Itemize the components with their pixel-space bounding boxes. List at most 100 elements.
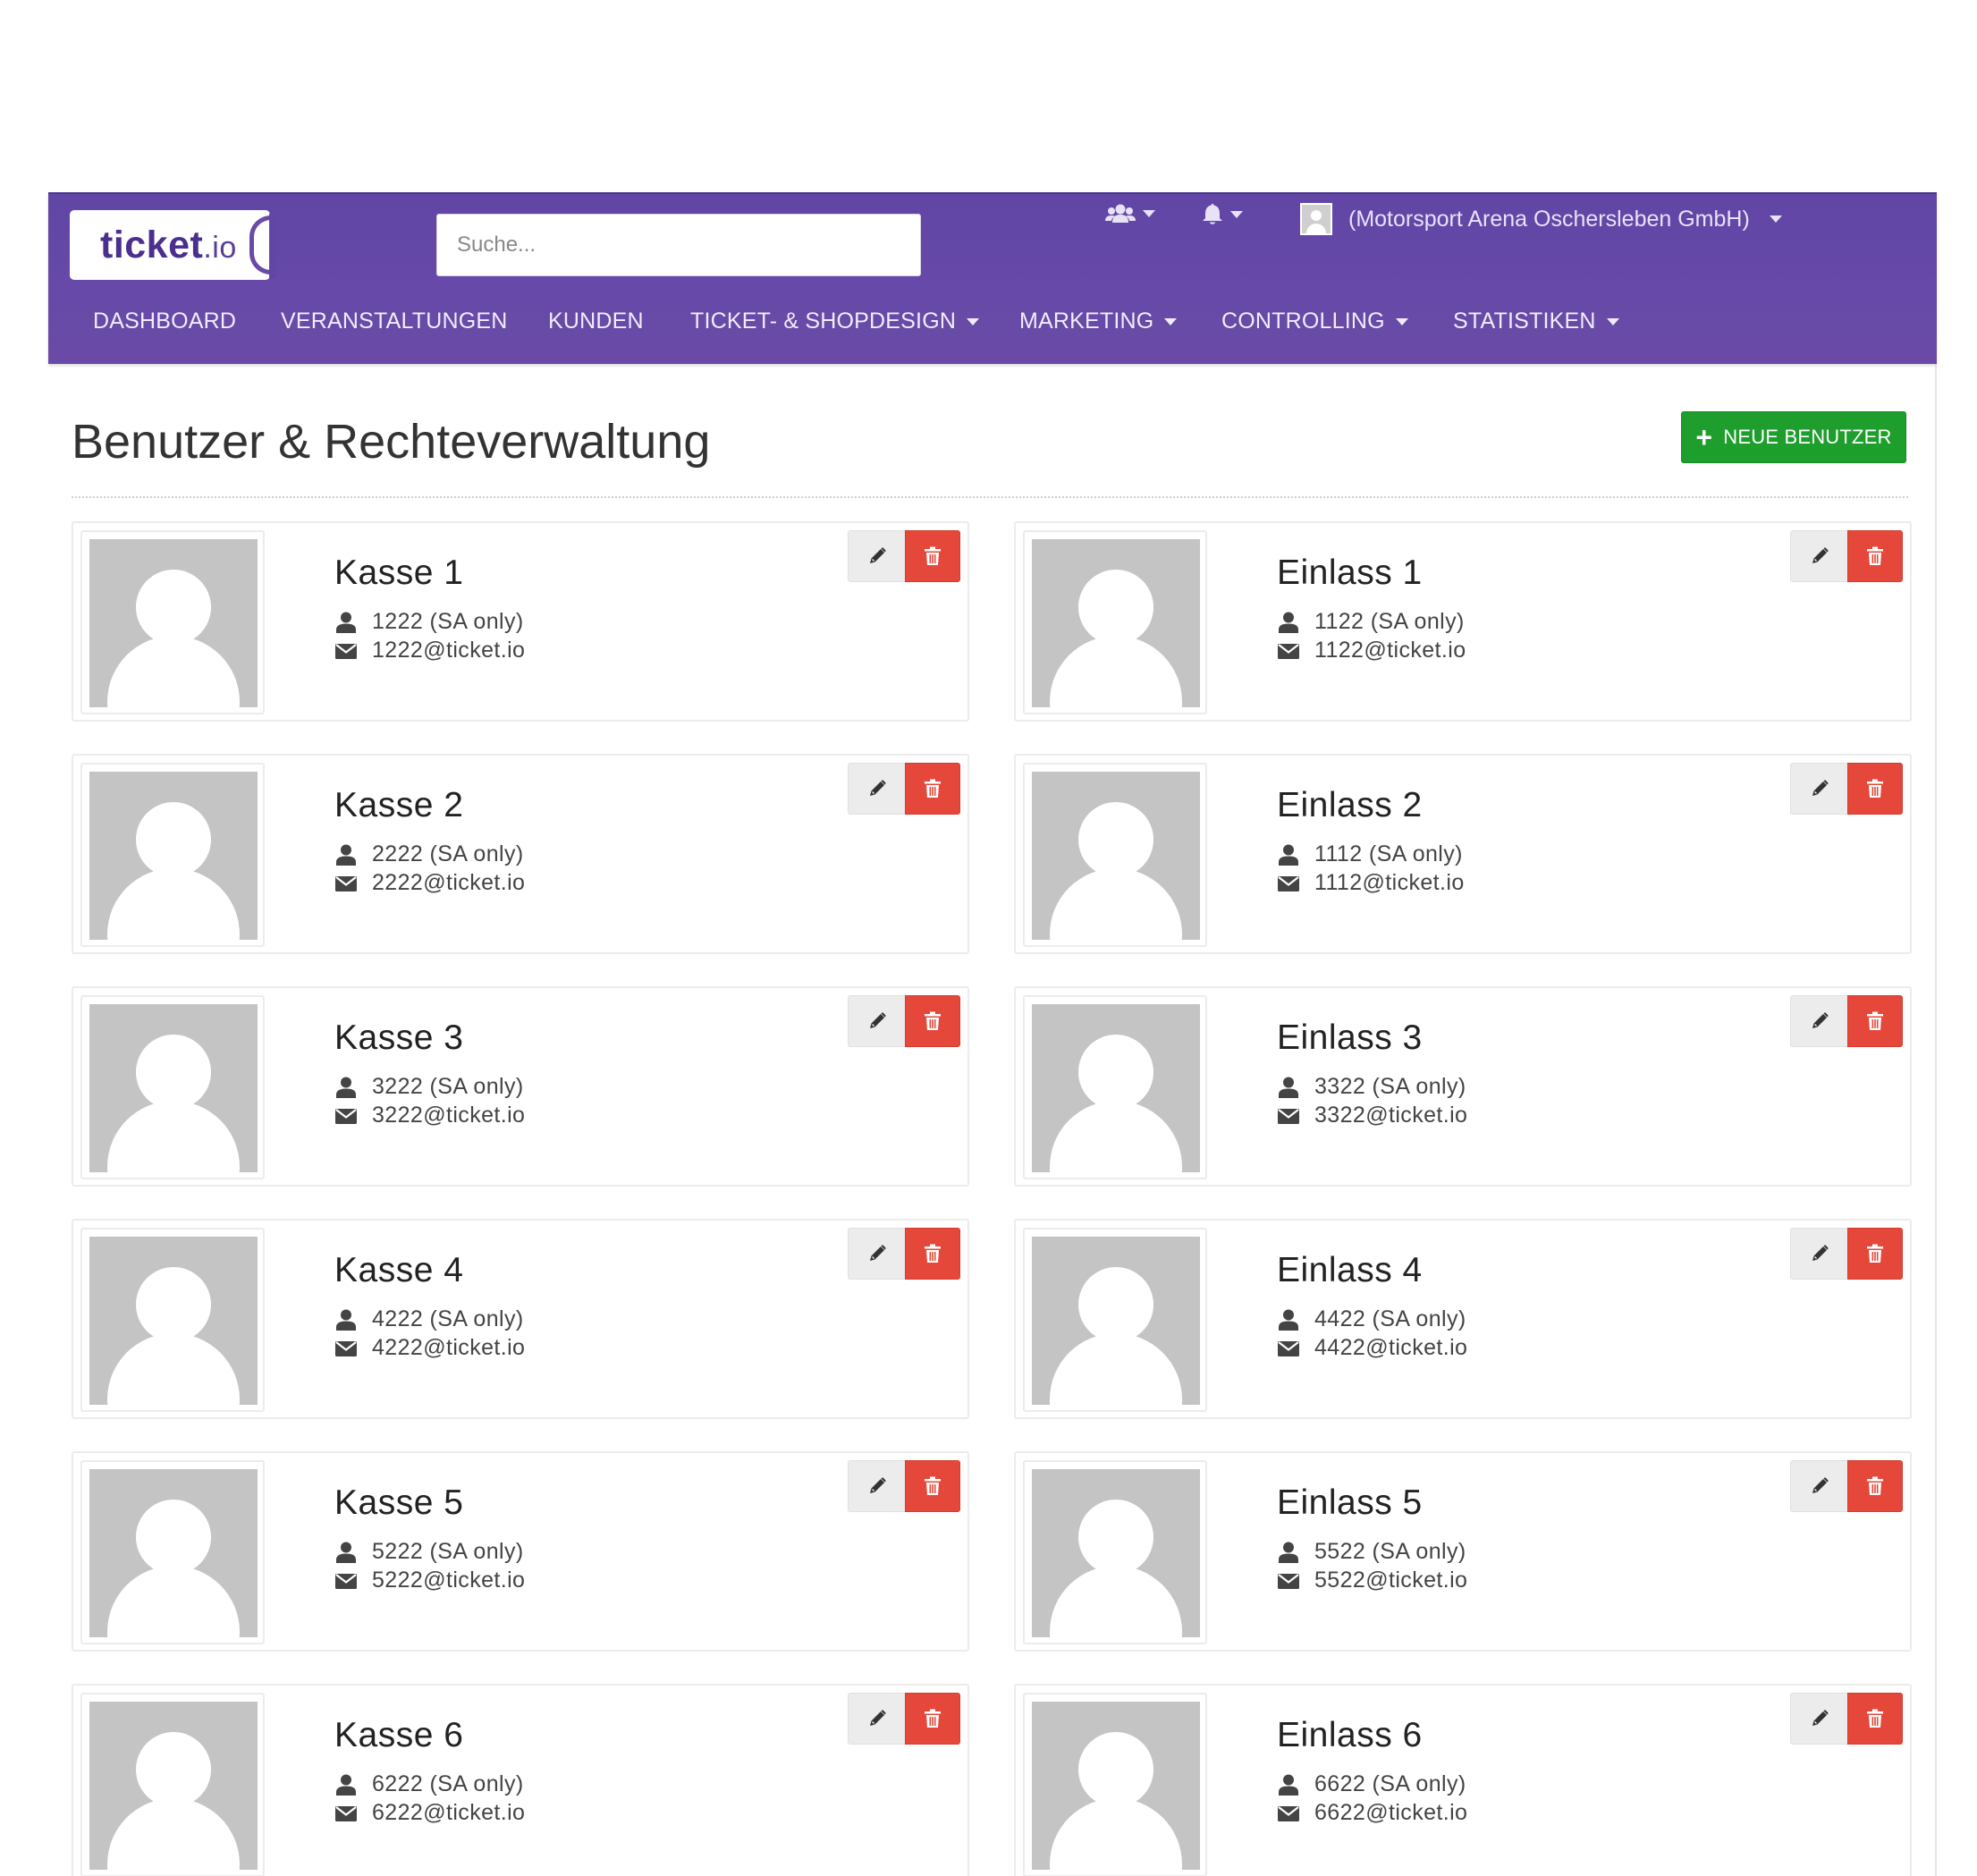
delete-user-button[interactable] [1847,1228,1903,1280]
user-card: Kasse 6 6222 (SA only) 6222@ticket.io [72,1684,969,1876]
delete-user-button[interactable] [905,1228,960,1280]
user-login: 4222 (SA only) [372,1306,524,1331]
user-card: Einlass 6 6622 (SA only) 6622@ticket.io [1014,1684,1912,1876]
app-frame: ticket.io Suche... (Motorsport Arena Osc… [48,192,1937,1876]
user-login: 6222 (SA only) [372,1771,524,1796]
user-login: 5522 (SA only) [1314,1539,1466,1564]
edit-user-button[interactable] [1790,1228,1847,1280]
notifications-dropdown[interactable] [1202,203,1243,226]
pencil-icon [869,780,886,796]
envelope-icon [335,875,357,892]
user-photo [1023,530,1207,714]
user-login: 2222 (SA only) [372,841,524,866]
avatar-placeholder-icon [1032,1469,1200,1637]
user-name: Einlass 2 [1277,786,1423,824]
user-photo [1023,1693,1207,1876]
avatar-placeholder-icon [1032,1702,1200,1870]
search-input[interactable] [436,214,921,276]
new-user-button[interactable]: + NEUE BENUTZER [1681,411,1906,463]
user-photo [1023,1228,1207,1412]
menu-marketing[interactable]: MARKETING [1019,308,1178,334]
delete-user-button[interactable] [1847,1693,1903,1745]
user-login: 3222 (SA only) [372,1074,524,1099]
envelope-icon [335,1340,357,1356]
edit-user-button[interactable] [1790,1693,1847,1745]
delete-user-button[interactable] [905,1460,960,1512]
user-email: 1112@ticket.io [1314,870,1465,895]
menu-ticket-shopdesign[interactable]: TICKET- & SHOPDESIGN [690,308,980,334]
trash-icon [1867,1476,1883,1495]
user-photo [1023,995,1207,1179]
edit-user-button[interactable] [1790,530,1847,582]
user-email: 5222@ticket.io [372,1568,526,1593]
logo-text: ticket.io [100,223,237,266]
user-icon [336,612,356,633]
user-email-row: 5522@ticket.io [1277,1568,1467,1593]
logo-ticket-notch [249,214,276,278]
user-email-row: 3222@ticket.io [334,1103,525,1128]
user-email: 1222@ticket.io [372,638,526,663]
pencil-icon [1812,1245,1829,1261]
delete-user-button[interactable] [905,995,960,1047]
users-dropdown[interactable] [1105,203,1155,224]
trash-icon [1867,1244,1883,1263]
menu-dashboard[interactable]: DASHBOARD [93,308,236,334]
user-login-row: 1222 (SA only) [334,609,524,635]
delete-user-button[interactable] [1847,995,1903,1047]
user-login-row: 1112 (SA only) [1277,841,1463,867]
menu-veranstaltungen[interactable]: VERANSTALTUNGEN [281,308,508,334]
envelope-icon [1278,1108,1299,1124]
edit-user-button[interactable] [848,763,905,815]
menu-statistiken[interactable]: STATISTIKEN [1453,308,1619,334]
user-card: Einlass 2 1112 (SA only) 1112@ticket.io [1014,754,1912,954]
delete-user-button[interactable] [905,763,960,815]
user-card: Einlass 4 4422 (SA only) 4422@ticket.io [1014,1219,1912,1419]
menu-controlling[interactable]: CONTROLLING [1221,308,1408,334]
user-icon [1279,1542,1298,1563]
user-login: 6622 (SA only) [1314,1771,1466,1796]
user-card: Kasse 5 5222 (SA only) 5222@ticket.io [72,1451,969,1652]
user-icon [336,1077,356,1098]
delete-user-button[interactable] [905,530,960,582]
user-card: Kasse 4 4222 (SA only) 4222@ticket.io [72,1219,969,1419]
chevron-down-icon [1395,317,1408,325]
envelope-icon [1278,1805,1299,1821]
user-card: Einlass 5 5522 (SA only) 5522@ticket.io [1014,1451,1912,1652]
account-dropdown[interactable]: (Motorsport Arena Oschersleben GmbH) [1300,203,1782,235]
envelope-icon [1278,1340,1299,1356]
user-name: Kasse 2 [334,786,464,824]
user-email-row: 1112@ticket.io [1277,870,1465,896]
trash-icon [1867,546,1883,565]
envelope-icon [1278,643,1299,659]
edit-user-button[interactable] [1790,1460,1847,1512]
delete-user-button[interactable] [1847,530,1903,582]
edit-user-button[interactable] [848,1693,905,1745]
user-card: Einlass 3 3322 (SA only) 3322@ticket.io [1014,986,1912,1187]
edit-user-button[interactable] [1790,995,1847,1047]
user-email-row: 6222@ticket.io [334,1800,525,1826]
edit-user-button[interactable] [848,1460,905,1512]
envelope-icon [1278,1573,1299,1589]
bell-icon [1203,204,1222,224]
delete-user-button[interactable] [1847,763,1903,815]
avatar-placeholder-icon [1032,772,1200,940]
delete-user-button[interactable] [1847,1460,1903,1512]
edit-user-button[interactable] [848,530,905,582]
menu-kunden[interactable]: KUNDEN [548,308,644,334]
avatar [1300,203,1332,235]
user-login-row: 5222 (SA only) [334,1539,524,1565]
edit-user-button[interactable] [848,995,905,1047]
edit-user-button[interactable] [848,1228,905,1280]
logo[interactable]: ticket.io [70,210,276,280]
delete-user-button[interactable] [905,1693,960,1745]
user-email: 6222@ticket.io [372,1800,526,1825]
user-login: 5222 (SA only) [372,1539,524,1564]
user-email-row: 3322@ticket.io [1277,1103,1467,1128]
user-card: Kasse 3 3222 (SA only) 3222@ticket.io [72,986,969,1187]
user-photo [80,530,265,714]
user-photo [80,1460,265,1644]
divider [72,496,1908,498]
chevron-down-icon [967,317,980,325]
user-email-row: 1222@ticket.io [334,638,525,663]
edit-user-button[interactable] [1790,763,1847,815]
